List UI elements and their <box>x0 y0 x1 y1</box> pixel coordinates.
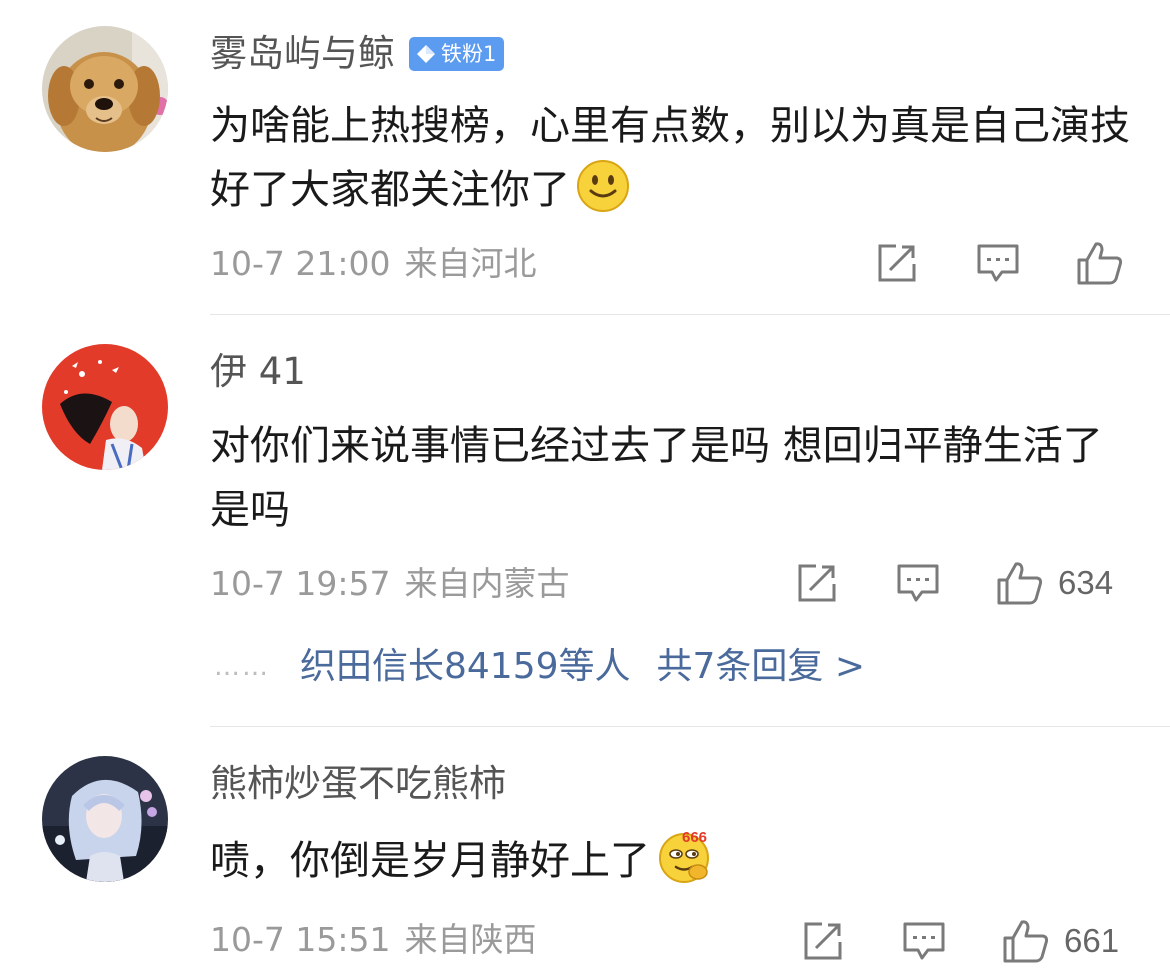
username-text[interactable]: 伊 41 <box>210 348 306 396</box>
like-button[interactable]: 634 <box>996 560 1113 606</box>
location: 来自内蒙古 <box>404 564 570 603</box>
like-button[interactable] <box>1076 240 1124 286</box>
comment-text: 对你们来说事情已经过去了是吗 想回归平静生活了是吗 <box>210 414 1140 542</box>
comment-icon <box>903 922 945 960</box>
comment-text: 啧，你倒是岁月静好上了 666 <box>210 826 1140 893</box>
avatar-illustration-image <box>42 756 168 882</box>
avatar-illustration-image <box>42 344 168 470</box>
username-text[interactable]: 熊柿炒蛋不吃熊柿 <box>210 760 506 808</box>
location: 来自陕西 <box>404 920 537 959</box>
avatar[interactable] <box>42 344 168 470</box>
thumbs-up-icon <box>997 562 1043 605</box>
666-emoji: 666 <box>656 826 714 884</box>
thumbs-up-icon <box>1003 920 1049 963</box>
avatar[interactable] <box>42 756 168 882</box>
comment-text-content: 为啥能上热搜榜，心里有点数，别以为真是自己演技好了大家都关注你了 <box>210 103 1130 213</box>
repost-icon <box>804 922 842 960</box>
comment-button[interactable] <box>976 242 1020 284</box>
diamond-icon <box>417 45 435 63</box>
fan-badge[interactable]: 铁粉1 <box>409 37 505 71</box>
666-emoji-icon: 666 <box>659 829 709 883</box>
svg-text:666: 666 <box>682 829 707 846</box>
comment-meta: 10-7 19:57 来自内蒙古 <box>210 562 570 606</box>
avatar-dog-image <box>42 26 168 152</box>
comment-button[interactable] <box>902 920 946 962</box>
username[interactable]: 伊 41 <box>210 348 306 396</box>
like-button[interactable]: 661 <box>1002 918 1119 964</box>
smile-emoji-icon <box>577 160 629 212</box>
username-text[interactable]: 雾岛屿与鲸 <box>210 30 395 78</box>
reply-users[interactable]: 织田信长84159等人 <box>300 643 631 691</box>
comment-icon <box>977 244 1019 282</box>
comment-icon <box>897 564 939 602</box>
reply-summary[interactable]: …… 织田信长84159等人 共7条回复 > <box>214 643 865 691</box>
reply-total-link[interactable]: 共7条回复 > <box>657 643 866 691</box>
timestamp: 10-7 19:57 <box>210 564 391 603</box>
timestamp: 10-7 21:00 <box>210 244 391 283</box>
thumbs-up-icon <box>1077 242 1123 285</box>
comment-text: 为啥能上热搜榜，心里有点数，别以为真是自己演技好了大家都关注你了 <box>210 94 1140 222</box>
repost-icon <box>798 564 836 602</box>
timestamp: 10-7 15:51 <box>210 920 391 959</box>
repost-icon <box>878 244 916 282</box>
divider <box>210 726 1170 727</box>
location: 来自河北 <box>404 244 537 283</box>
fan-badge-label: 铁粉1 <box>441 42 497 66</box>
reply-dots: …… <box>214 652 270 682</box>
repost-button[interactable] <box>876 242 918 284</box>
comment-meta: 10-7 15:51 来自陕西 <box>210 918 537 962</box>
repost-button[interactable] <box>802 920 844 962</box>
repost-button[interactable] <box>796 562 838 604</box>
divider <box>210 314 1170 315</box>
comment-button[interactable] <box>896 562 940 604</box>
like-count: 634 <box>1058 564 1114 601</box>
like-count: 661 <box>1064 922 1120 959</box>
username[interactable]: 熊柿炒蛋不吃熊柿 <box>210 760 506 808</box>
username[interactable]: 雾岛屿与鲸 铁粉1 <box>210 30 505 78</box>
smile-emoji <box>576 159 630 213</box>
avatar[interactable] <box>42 26 168 152</box>
comment-text-content: 对你们来说事情已经过去了是吗 想回归平静生活了是吗 <box>210 423 1103 533</box>
comment-text-content: 啧，你倒是岁月静好上了 <box>210 838 650 884</box>
comment-meta: 10-7 21:00 来自河北 <box>210 242 537 286</box>
